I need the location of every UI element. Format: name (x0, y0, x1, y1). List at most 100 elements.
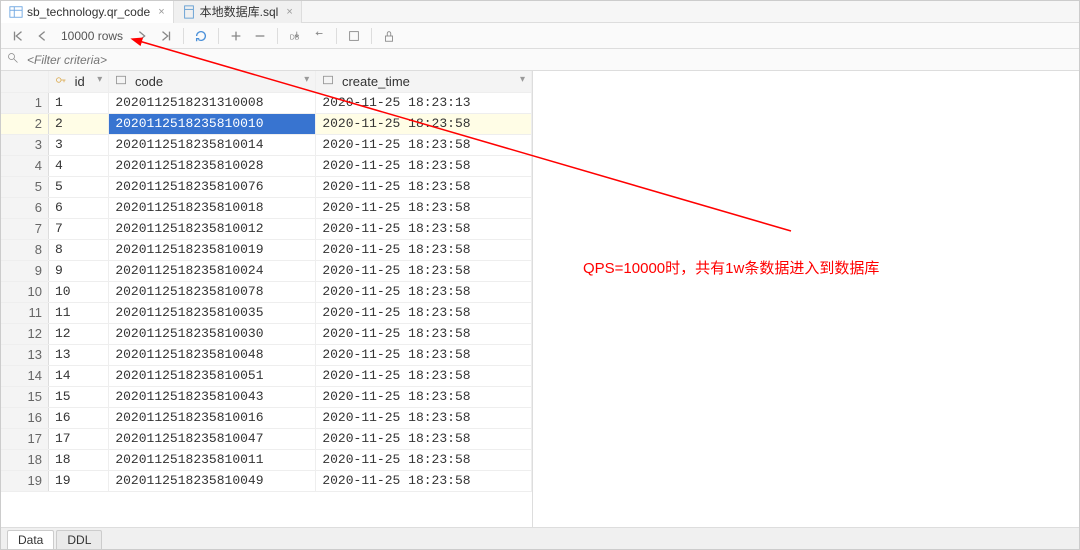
cell-code[interactable]: 2020112518235810030 (109, 323, 316, 344)
table-row[interactable]: 141420201125182358100512020-11-25 18:23:… (1, 365, 532, 386)
table-row[interactable]: 171720201125182358100472020-11-25 18:23:… (1, 428, 532, 449)
table-row[interactable]: 101020201125182358100782020-11-25 18:23:… (1, 281, 532, 302)
cell-id[interactable]: 11 (48, 302, 108, 323)
revert-button[interactable] (308, 25, 330, 47)
cell-code[interactable]: 2020112518235810048 (109, 344, 316, 365)
cell-code[interactable]: 2020112518235810043 (109, 386, 316, 407)
table-row[interactable]: 4420201125182358100282020-11-25 18:23:58 (1, 155, 532, 176)
cell-create-time[interactable]: 2020-11-25 18:23:58 (316, 428, 532, 449)
lock-button[interactable] (378, 25, 400, 47)
cell-id[interactable]: 15 (48, 386, 108, 407)
cell-create-time[interactable]: 2020-11-25 18:23:58 (316, 302, 532, 323)
prev-page-button[interactable] (31, 25, 53, 47)
close-icon[interactable]: × (158, 6, 164, 18)
row-number-cell[interactable]: 18 (1, 449, 48, 470)
add-row-button[interactable] (225, 25, 247, 47)
table-row[interactable]: 9920201125182358100242020-11-25 18:23:58 (1, 260, 532, 281)
cell-id[interactable]: 5 (48, 176, 108, 197)
tab-data[interactable]: Data (7, 530, 54, 549)
cell-id[interactable]: 2 (48, 113, 108, 134)
table-row[interactable]: 121220201125182358100302020-11-25 18:23:… (1, 323, 532, 344)
cell-id[interactable]: 9 (48, 260, 108, 281)
cell-create-time[interactable]: 2020-11-25 18:23:58 (316, 176, 532, 197)
next-page-button[interactable] (131, 25, 153, 47)
sort-icon[interactable]: ▾ (97, 74, 102, 85)
table-row[interactable]: 6620201125182358100182020-11-25 18:23:58 (1, 197, 532, 218)
row-number-cell[interactable]: 19 (1, 470, 48, 491)
cell-id[interactable]: 4 (48, 155, 108, 176)
view-toggle-button[interactable] (343, 25, 365, 47)
cell-id[interactable]: 13 (48, 344, 108, 365)
cell-id[interactable]: 6 (48, 197, 108, 218)
row-number-cell[interactable]: 2 (1, 113, 48, 134)
table-row[interactable]: 181820201125182358100112020-11-25 18:23:… (1, 449, 532, 470)
row-number-cell[interactable]: 11 (1, 302, 48, 323)
row-number-cell[interactable]: 4 (1, 155, 48, 176)
refresh-button[interactable] (190, 25, 212, 47)
cell-code[interactable]: 2020112518235810011 (109, 449, 316, 470)
filter-input[interactable] (25, 52, 505, 68)
cell-code[interactable]: 2020112518235810019 (109, 239, 316, 260)
cell-code[interactable]: 2020112518235810010 (109, 113, 316, 134)
cell-create-time[interactable]: 2020-11-25 18:23:58 (316, 260, 532, 281)
col-header-code[interactable]: code ▾ (109, 71, 316, 92)
cell-create-time[interactable]: 2020-11-25 18:23:58 (316, 155, 532, 176)
row-number-cell[interactable]: 1 (1, 92, 48, 113)
table-row[interactable]: 3320201125182358100142020-11-25 18:23:58 (1, 134, 532, 155)
row-number-cell[interactable]: 6 (1, 197, 48, 218)
cell-code[interactable]: 2020112518235810047 (109, 428, 316, 449)
table-row[interactable]: 161620201125182358100162020-11-25 18:23:… (1, 407, 532, 428)
sort-icon[interactable]: ▾ (304, 74, 309, 85)
remove-row-button[interactable] (249, 25, 271, 47)
cell-create-time[interactable]: 2020-11-25 18:23:58 (316, 386, 532, 407)
cell-id[interactable]: 12 (48, 323, 108, 344)
row-number-cell[interactable]: 16 (1, 407, 48, 428)
cell-create-time[interactable]: 2020-11-25 18:23:58 (316, 218, 532, 239)
cell-create-time[interactable]: 2020-11-25 18:23:58 (316, 407, 532, 428)
cell-id[interactable]: 16 (48, 407, 108, 428)
cell-code[interactable]: 2020112518235810051 (109, 365, 316, 386)
cell-create-time[interactable]: 2020-11-25 18:23:58 (316, 344, 532, 365)
sort-icon[interactable]: ▾ (520, 74, 525, 85)
cell-code[interactable]: 2020112518235810024 (109, 260, 316, 281)
tab-qr-code[interactable]: sb_technology.qr_code × (1, 1, 174, 23)
cell-create-time[interactable]: 2020-11-25 18:23:58 (316, 365, 532, 386)
cell-create-time[interactable]: 2020-11-25 18:23:58 (316, 134, 532, 155)
cell-code[interactable]: 2020112518235810018 (109, 197, 316, 218)
cell-id[interactable]: 3 (48, 134, 108, 155)
row-number-cell[interactable]: 5 (1, 176, 48, 197)
row-number-cell[interactable]: 17 (1, 428, 48, 449)
cell-create-time[interactable]: 2020-11-25 18:23:58 (316, 449, 532, 470)
cell-id[interactable]: 19 (48, 470, 108, 491)
cell-code[interactable]: 2020112518235810012 (109, 218, 316, 239)
cell-code[interactable]: 2020112518235810014 (109, 134, 316, 155)
cell-id[interactable]: 18 (48, 449, 108, 470)
cell-code[interactable]: 2020112518235810028 (109, 155, 316, 176)
row-number-cell[interactable]: 9 (1, 260, 48, 281)
table-row[interactable]: 2220201125182358100102020-11-25 18:23:58 (1, 113, 532, 134)
cell-id[interactable]: 14 (48, 365, 108, 386)
table-row[interactable]: 7720201125182358100122020-11-25 18:23:58 (1, 218, 532, 239)
cell-id[interactable]: 1 (48, 92, 108, 113)
row-number-cell[interactable]: 15 (1, 386, 48, 407)
cell-code[interactable]: 2020112518235810035 (109, 302, 316, 323)
commit-button[interactable]: DB (284, 25, 306, 47)
cell-code[interactable]: 2020112518235810076 (109, 176, 316, 197)
cell-create-time[interactable]: 2020-11-25 18:23:58 (316, 239, 532, 260)
data-grid[interactable]: id ▾ code ▾ create_time ▾ 11202011251 (1, 71, 533, 527)
first-page-button[interactable] (7, 25, 29, 47)
row-number-cell[interactable]: 12 (1, 323, 48, 344)
table-row[interactable]: 111120201125182358100352020-11-25 18:23:… (1, 302, 532, 323)
col-header-create-time[interactable]: create_time ▾ (316, 71, 532, 92)
cell-id[interactable]: 7 (48, 218, 108, 239)
row-number-cell[interactable]: 14 (1, 365, 48, 386)
row-number-cell[interactable]: 3 (1, 134, 48, 155)
cell-create-time[interactable]: 2020-11-25 18:23:58 (316, 113, 532, 134)
cell-create-time[interactable]: 2020-11-25 18:23:58 (316, 470, 532, 491)
col-header-id[interactable]: id ▾ (48, 71, 108, 92)
row-number-cell[interactable]: 10 (1, 281, 48, 302)
row-number-cell[interactable]: 8 (1, 239, 48, 260)
tab-sql-file[interactable]: 本地数据库.sql × (174, 1, 302, 23)
cell-create-time[interactable]: 2020-11-25 18:23:58 (316, 281, 532, 302)
table-row[interactable]: 131320201125182358100482020-11-25 18:23:… (1, 344, 532, 365)
